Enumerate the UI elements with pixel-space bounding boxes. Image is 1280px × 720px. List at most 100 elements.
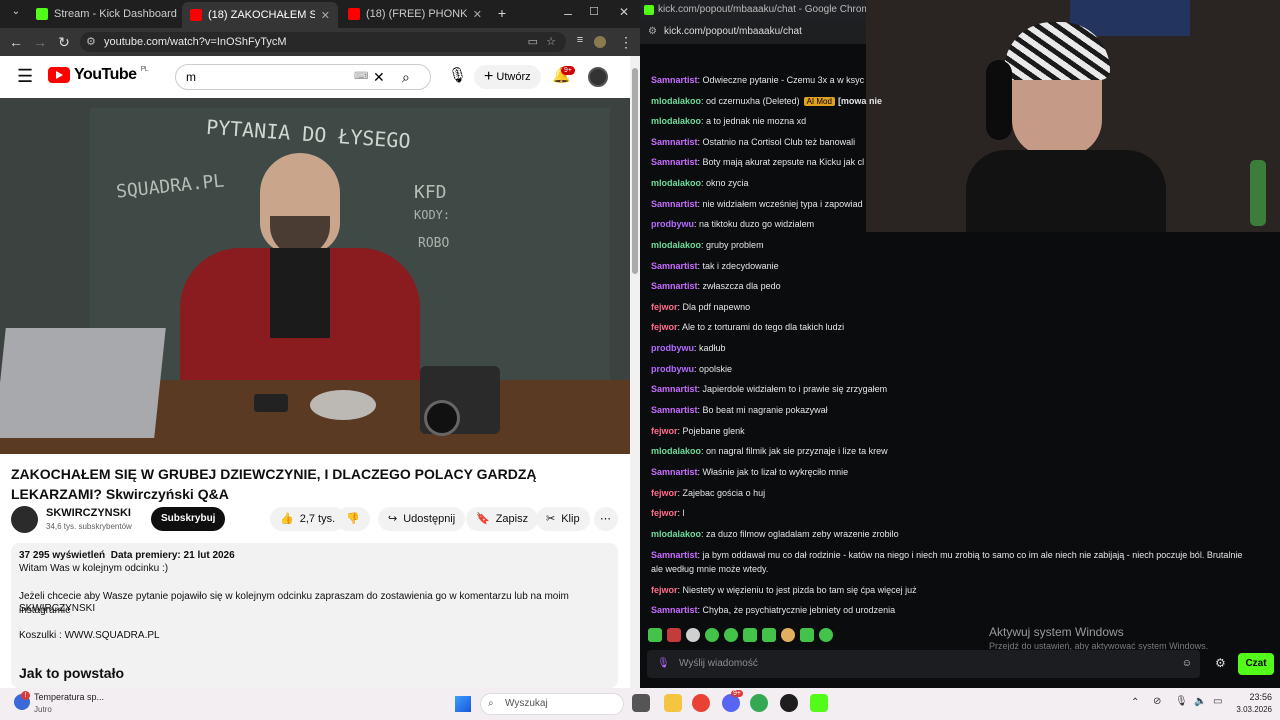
- chat-username[interactable]: fejwor: [651, 488, 678, 498]
- search-icon[interactable]: ⌕: [402, 65, 410, 89]
- url-field[interactable]: youtube.com/watch?v=InOShFyTycM ⚙ ▭ ☆: [80, 32, 566, 52]
- emote-icon[interactable]: [667, 628, 681, 642]
- chat-settings-gear-icon[interactable]: ⚙: [1215, 656, 1226, 670]
- chat-username[interactable]: Samnartist: [651, 605, 698, 615]
- battery-icon[interactable]: ▭: [1213, 696, 1222, 707]
- tab-phonk[interactable]: (18) (FREE) PHONK MEMPHIS ✕: [340, 4, 490, 24]
- clock-date[interactable]: 3.03.2026: [1228, 705, 1272, 714]
- new-tab-icon[interactable]: +: [490, 5, 514, 21]
- chrome-icon[interactable]: [750, 694, 768, 712]
- network-icon[interactable]: ⊘: [1153, 696, 1161, 707]
- close-tab-icon[interactable]: ✕: [321, 9, 330, 22]
- emote-icon[interactable]: [743, 628, 757, 642]
- close-tab-icon[interactable]: ✕: [473, 8, 482, 21]
- tab-search-icon[interactable]: ⌄: [4, 6, 28, 17]
- chat-username[interactable]: fejwor: [651, 322, 678, 332]
- page-scrollbar[interactable]: [630, 56, 640, 688]
- chat-username[interactable]: mlodalakoo: [651, 96, 701, 106]
- chat-username[interactable]: Samnartist: [651, 405, 698, 415]
- account-avatar[interactable]: [588, 67, 608, 87]
- taskbar-search-box[interactable]: ⌕ Wyszukaj: [480, 693, 624, 715]
- chat-username[interactable]: Samnartist: [651, 467, 698, 477]
- media-control-icon[interactable]: ≡: [568, 34, 592, 46]
- emote-icon[interactable]: [686, 628, 700, 642]
- video-player[interactable]: PYTANIA DO ŁYSEGO SQUADRA.PL KFD KODY: R…: [0, 98, 630, 454]
- forward-icon[interactable]: →: [28, 34, 52, 50]
- emote-icon[interactable]: [800, 628, 814, 642]
- show-hidden-icons-icon[interactable]: ⌃: [1131, 697, 1139, 708]
- share-button[interactable]: ↪ Udostępnij: [378, 507, 466, 531]
- tab-youtube-video[interactable]: (18) ZAKOCHAŁEM SIĘ W GRU ✕: [182, 2, 338, 28]
- minimize-icon[interactable]: –: [556, 5, 580, 21]
- cast-icon[interactable]: ▭: [528, 32, 538, 52]
- obs-icon[interactable]: [780, 694, 798, 712]
- chat-username[interactable]: Samnartist: [651, 137, 698, 147]
- chrome-menu-icon[interactable]: ⋮: [614, 34, 638, 51]
- chat-input[interactable]: 🎙 Wyślij wiadomość ☺: [647, 650, 1200, 678]
- kick-app-icon[interactable]: [810, 694, 828, 712]
- more-actions-button[interactable]: ⋯: [594, 507, 618, 531]
- chat-username[interactable]: prodbywu: [651, 343, 694, 353]
- reload-icon[interactable]: ↻: [52, 34, 76, 51]
- chat-username[interactable]: mlodalakoo: [651, 116, 701, 126]
- channel-name[interactable]: SKWIRCZYNSKI: [46, 507, 131, 519]
- send-chat-button[interactable]: Czat: [1238, 653, 1274, 675]
- file-explorer-icon[interactable]: [664, 694, 682, 712]
- emote-icon[interactable]: [762, 628, 776, 642]
- microphone-icon[interactable]: 🎙: [1175, 696, 1188, 707]
- chat-username[interactable]: Samnartist: [651, 550, 698, 560]
- weather-title[interactable]: Temperatura sp...: [34, 692, 104, 702]
- site-info-icon[interactable]: ⚙: [86, 32, 96, 52]
- chat-username[interactable]: mlodalakoo: [651, 446, 701, 456]
- chat-username[interactable]: mlodalakoo: [651, 529, 701, 539]
- chat-username[interactable]: mlodalakoo: [651, 178, 701, 188]
- tab-kick-dashboard[interactable]: Stream - Kick Dashboard ✕: [28, 4, 178, 24]
- emote-icon[interactable]: [819, 628, 833, 642]
- clear-search-icon[interactable]: ✕: [373, 65, 385, 89]
- clip-button[interactable]: ✂ Klip: [536, 507, 590, 531]
- subscribe-button[interactable]: Subskrybuj: [151, 507, 226, 531]
- chat-username[interactable]: Samnartist: [651, 75, 698, 85]
- chat-username[interactable]: prodbywu: [651, 219, 694, 229]
- description-box[interactable]: 37 295 wyświetleń Data premiery: 21 lut …: [11, 543, 618, 688]
- site-info-icon[interactable]: ⚙: [648, 20, 657, 44]
- task-view-icon[interactable]: [632, 694, 650, 712]
- create-button[interactable]: + Utwórz: [474, 65, 541, 89]
- chat-username[interactable]: fejwor: [651, 302, 678, 312]
- profile-avatar[interactable]: [594, 36, 606, 48]
- chrome-icon[interactable]: [692, 694, 710, 712]
- emote-icon[interactable]: [724, 628, 738, 642]
- emote-icon[interactable]: [705, 628, 719, 642]
- clock-time[interactable]: 23:56: [1236, 692, 1272, 702]
- chat-username[interactable]: fejwor: [651, 585, 678, 595]
- hamburger-menu-icon[interactable]: ☰: [17, 66, 33, 87]
- keyboard-icon[interactable]: ⌨: [354, 65, 368, 89]
- chat-username[interactable]: prodbywu: [651, 364, 694, 374]
- emote-icon[interactable]: [648, 628, 662, 642]
- microphone-icon[interactable]: 🎙: [657, 650, 670, 678]
- search-input[interactable]: m ⌨ ✕ ⌕: [175, 64, 431, 90]
- youtube-logo[interactable]: YouTube PL: [48, 66, 149, 84]
- chat-username[interactable]: mlodalakoo: [651, 240, 701, 250]
- chat-username[interactable]: fejwor: [651, 508, 678, 518]
- volume-icon[interactable]: 🔈: [1194, 696, 1206, 707]
- microphone-icon[interactable]: 🎙: [448, 66, 467, 84]
- chat-username[interactable]: Samnartist: [651, 261, 698, 271]
- emote-icon[interactable]: [781, 628, 795, 642]
- chat-username[interactable]: Samnartist: [651, 199, 698, 209]
- save-button[interactable]: 🔖 Zapisz: [466, 507, 539, 531]
- bookmark-star-icon[interactable]: ☆: [546, 32, 556, 52]
- emoji-picker-icon[interactable]: ☺: [1182, 650, 1192, 678]
- chat-username[interactable]: Samnartist: [651, 384, 698, 394]
- back-icon[interactable]: ←: [4, 34, 28, 50]
- like-button[interactable]: 👍 2,7 tys.: [270, 507, 346, 531]
- chat-username[interactable]: fejwor: [651, 426, 678, 436]
- channel-avatar[interactable]: [11, 506, 38, 533]
- close-window-icon[interactable]: ✕: [612, 5, 636, 19]
- maximize-icon[interactable]: ☐: [582, 5, 606, 18]
- dislike-button[interactable]: 👎: [336, 507, 370, 531]
- scrollbar-thumb[interactable]: [632, 68, 638, 274]
- start-menu-icon[interactable]: [455, 696, 471, 712]
- kick-url-bar[interactable]: ⚙ kick.com/popout/mbaaaku/chat: [640, 20, 866, 44]
- chat-username[interactable]: Samnartist: [651, 281, 698, 291]
